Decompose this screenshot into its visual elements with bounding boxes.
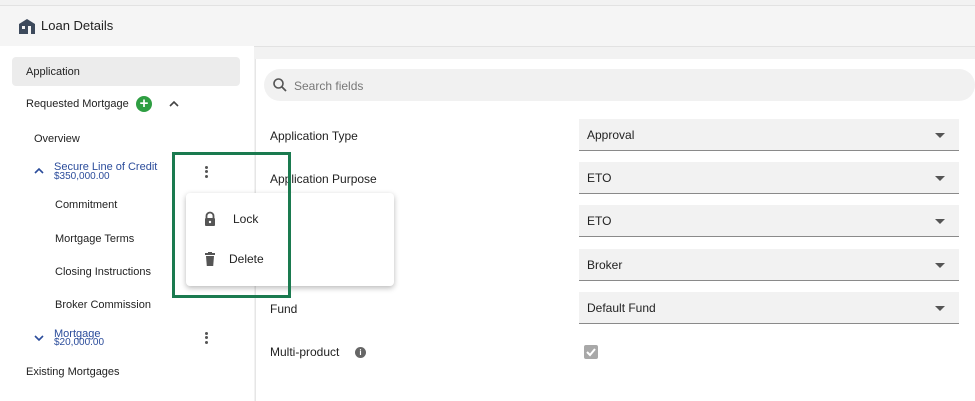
sidebar-item-mortgage-terms[interactable]: Mortgage Terms — [55, 233, 134, 245]
dropdown-arrow-icon — [935, 133, 945, 138]
select-value: ETO — [587, 171, 612, 185]
more-vert-icon[interactable] — [203, 330, 209, 346]
field-label-fund: Fund — [270, 302, 298, 316]
search-bar[interactable] — [264, 69, 975, 101]
field-select-4[interactable]: Broker — [579, 249, 959, 281]
building-icon — [19, 19, 35, 34]
sidebar-item-application-label: Application — [26, 66, 80, 78]
add-mortgage-button[interactable]: + — [136, 96, 152, 112]
field-label-multi-product: Multi-product — [270, 345, 340, 359]
field-label-application-type: Application Type — [270, 129, 358, 143]
dropdown-arrow-icon — [935, 306, 945, 311]
page-title: Loan Details — [41, 18, 114, 33]
select-value: Default Fund — [587, 301, 656, 315]
sidebar-item-mortgage-amount: $20,000.00 — [54, 337, 105, 348]
sidebar-item-requested-mortgage[interactable]: Requested Mortgage — [26, 98, 129, 110]
app-window: Loan Details Application Requested Mortg… — [0, 0, 975, 401]
chevron-up-icon[interactable] — [33, 165, 45, 177]
dropdown-arrow-icon — [935, 176, 945, 181]
sidebar-item-commitment[interactable]: Commitment — [55, 199, 117, 211]
annotation-highlight-box — [172, 152, 291, 298]
sidebar-item-existing-mortgages[interactable]: Existing Mortgages — [26, 366, 120, 378]
select-value: ETO — [587, 214, 612, 228]
page-header: Loan Details — [0, 5, 975, 47]
select-value: Approval — [587, 128, 635, 142]
search-input[interactable] — [292, 75, 896, 97]
chevron-down-icon[interactable] — [33, 332, 45, 344]
check-icon — [586, 348, 596, 357]
sidebar-item-broker-commission[interactable]: Broker Commission — [55, 299, 151, 311]
dropdown-arrow-icon — [935, 219, 945, 224]
sidebar-item-closing-instructions[interactable]: Closing Instructions — [55, 266, 151, 278]
field-select-3[interactable]: ETO — [579, 205, 959, 237]
fund-select[interactable]: Default Fund — [579, 292, 959, 324]
search-icon — [273, 78, 287, 92]
chevron-up-icon[interactable] — [168, 98, 180, 110]
select-value: Broker — [587, 258, 623, 272]
dropdown-arrow-icon — [935, 263, 945, 268]
multi-product-checkbox[interactable] — [584, 345, 598, 359]
application-type-select[interactable]: Approval — [579, 119, 959, 151]
sidebar-item-overview[interactable]: Overview — [34, 133, 80, 145]
sidebar-item-secure-line-amount: $350,000.00 — [54, 171, 110, 182]
info-icon[interactable]: i — [355, 347, 366, 358]
application-purpose-select[interactable]: ETO — [579, 162, 959, 194]
